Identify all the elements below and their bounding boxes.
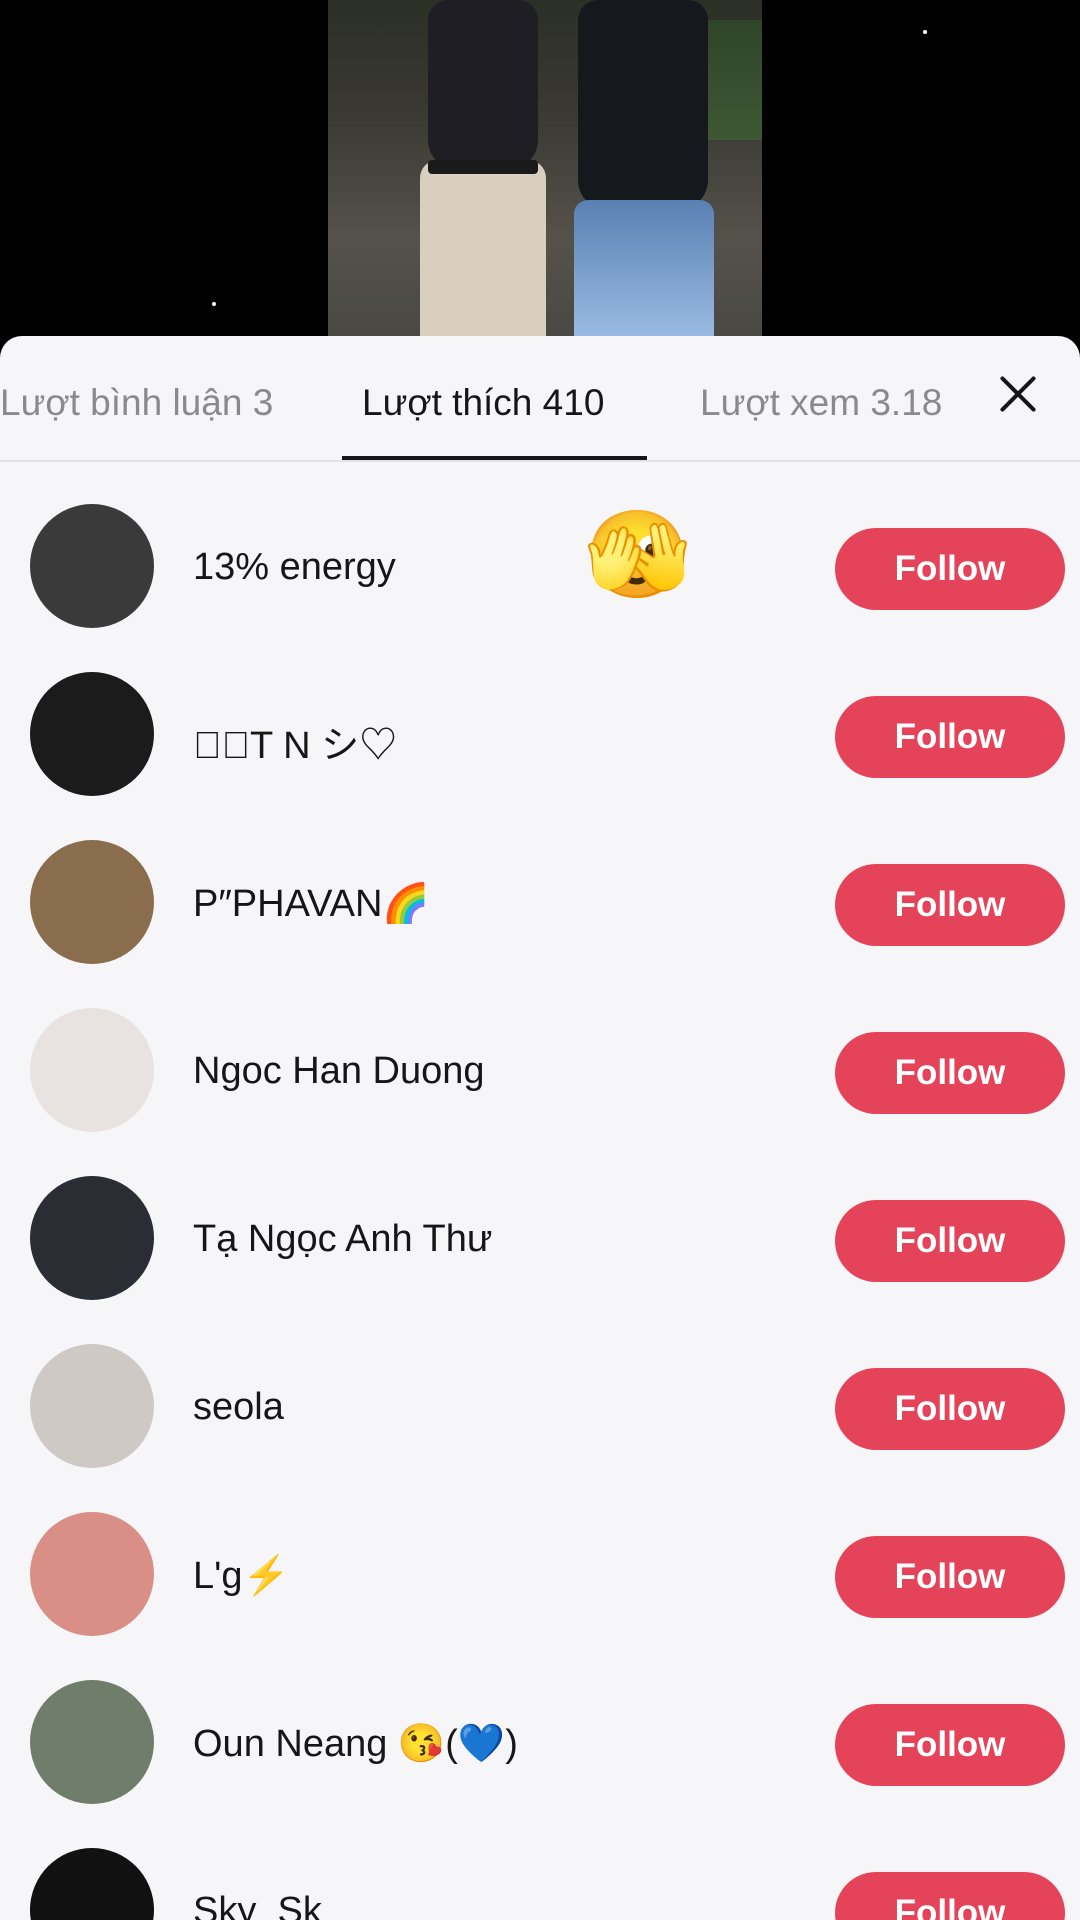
list-item[interactable]: Sky_Sk Follow — [0, 1806, 1080, 1920]
avatar[interactable] — [30, 1176, 154, 1300]
avatar[interactable] — [30, 1512, 154, 1636]
list-item[interactable]: ⋆๊T N シ♡ Follow — [0, 630, 1080, 798]
avatar[interactable] — [30, 504, 154, 628]
video-preview[interactable] — [0, 0, 1080, 340]
avatar[interactable] — [30, 840, 154, 964]
avatar[interactable] — [30, 1344, 154, 1468]
username[interactable]: ⋆๊T N シ♡ — [193, 714, 397, 769]
username[interactable]: seola — [193, 1386, 284, 1429]
list-item[interactable]: Ngoc Han Duong Follow — [0, 966, 1080, 1134]
sparkle — [212, 302, 216, 306]
dancer-left-top — [428, 0, 538, 170]
follow-button[interactable]: Follow — [835, 696, 1065, 778]
username[interactable]: L'g⚡️ — [193, 1554, 290, 1598]
tab-likes[interactable]: Lượt thích 410 — [362, 382, 604, 424]
avatar[interactable] — [30, 1848, 154, 1920]
active-tab-indicator — [342, 456, 647, 460]
dancer-right-jeans — [574, 200, 714, 340]
username[interactable]: Sky_Sk — [193, 1890, 322, 1920]
follow-button[interactable]: Follow — [835, 528, 1065, 610]
username[interactable]: P″PHAVAN🌈 — [193, 882, 430, 926]
username[interactable]: 13% energy — [193, 546, 396, 589]
username[interactable]: Tạ Ngọc Anh Thư — [193, 1218, 492, 1261]
follow-button[interactable]: Follow — [835, 1032, 1065, 1114]
sparkle — [923, 30, 927, 34]
likes-sheet: Lượt bình luận 3 Lượt thích 410 Lượt xem… — [0, 336, 1080, 1920]
avatar[interactable] — [30, 1008, 154, 1132]
tab-comments[interactable]: Lượt bình luận 3 — [0, 382, 300, 424]
list-item[interactable]: Oun Neang 😘(💙) Follow — [0, 1638, 1080, 1806]
list-item[interactable]: 13% energy Follow — [0, 462, 1080, 630]
follow-button[interactable]: Follow — [835, 1200, 1065, 1282]
follow-button[interactable]: Follow — [835, 1704, 1065, 1786]
list-item[interactable]: P″PHAVAN🌈 Follow — [0, 798, 1080, 966]
close-icon[interactable] — [992, 368, 1044, 420]
tab-bar: Lượt bình luận 3 Lượt thích 410 Lượt xem… — [0, 336, 1080, 462]
video-thumbnail — [328, 0, 762, 340]
dancer-left-belt — [428, 160, 538, 174]
avatar[interactable] — [30, 1680, 154, 1804]
follow-button[interactable]: Follow — [835, 1368, 1065, 1450]
list-item[interactable]: L'g⚡️ Follow — [0, 1470, 1080, 1638]
username[interactable]: Oun Neang 😘(💙) — [193, 1722, 518, 1766]
follow-button[interactable]: Follow — [835, 1872, 1065, 1920]
list-item[interactable]: Tạ Ngọc Anh Thư Follow — [0, 1134, 1080, 1302]
likes-list: 13% energy Follow ⋆๊T N シ♡ Follow P″PHAVAN🌈 F… — [0, 462, 1080, 1920]
tab-views[interactable]: Lượt xem 3.18 — [700, 382, 960, 424]
avatar[interactable] — [30, 672, 154, 796]
follow-button[interactable]: Follow — [835, 1536, 1065, 1618]
username[interactable]: Ngoc Han Duong — [193, 1050, 485, 1093]
dancer-left-pants — [420, 160, 546, 340]
dancer-right-top — [578, 0, 708, 210]
list-item[interactable]: seola Follow — [0, 1302, 1080, 1470]
follow-button[interactable]: Follow — [835, 864, 1065, 946]
reaction-emoji: 🫣 — [584, 507, 692, 603]
